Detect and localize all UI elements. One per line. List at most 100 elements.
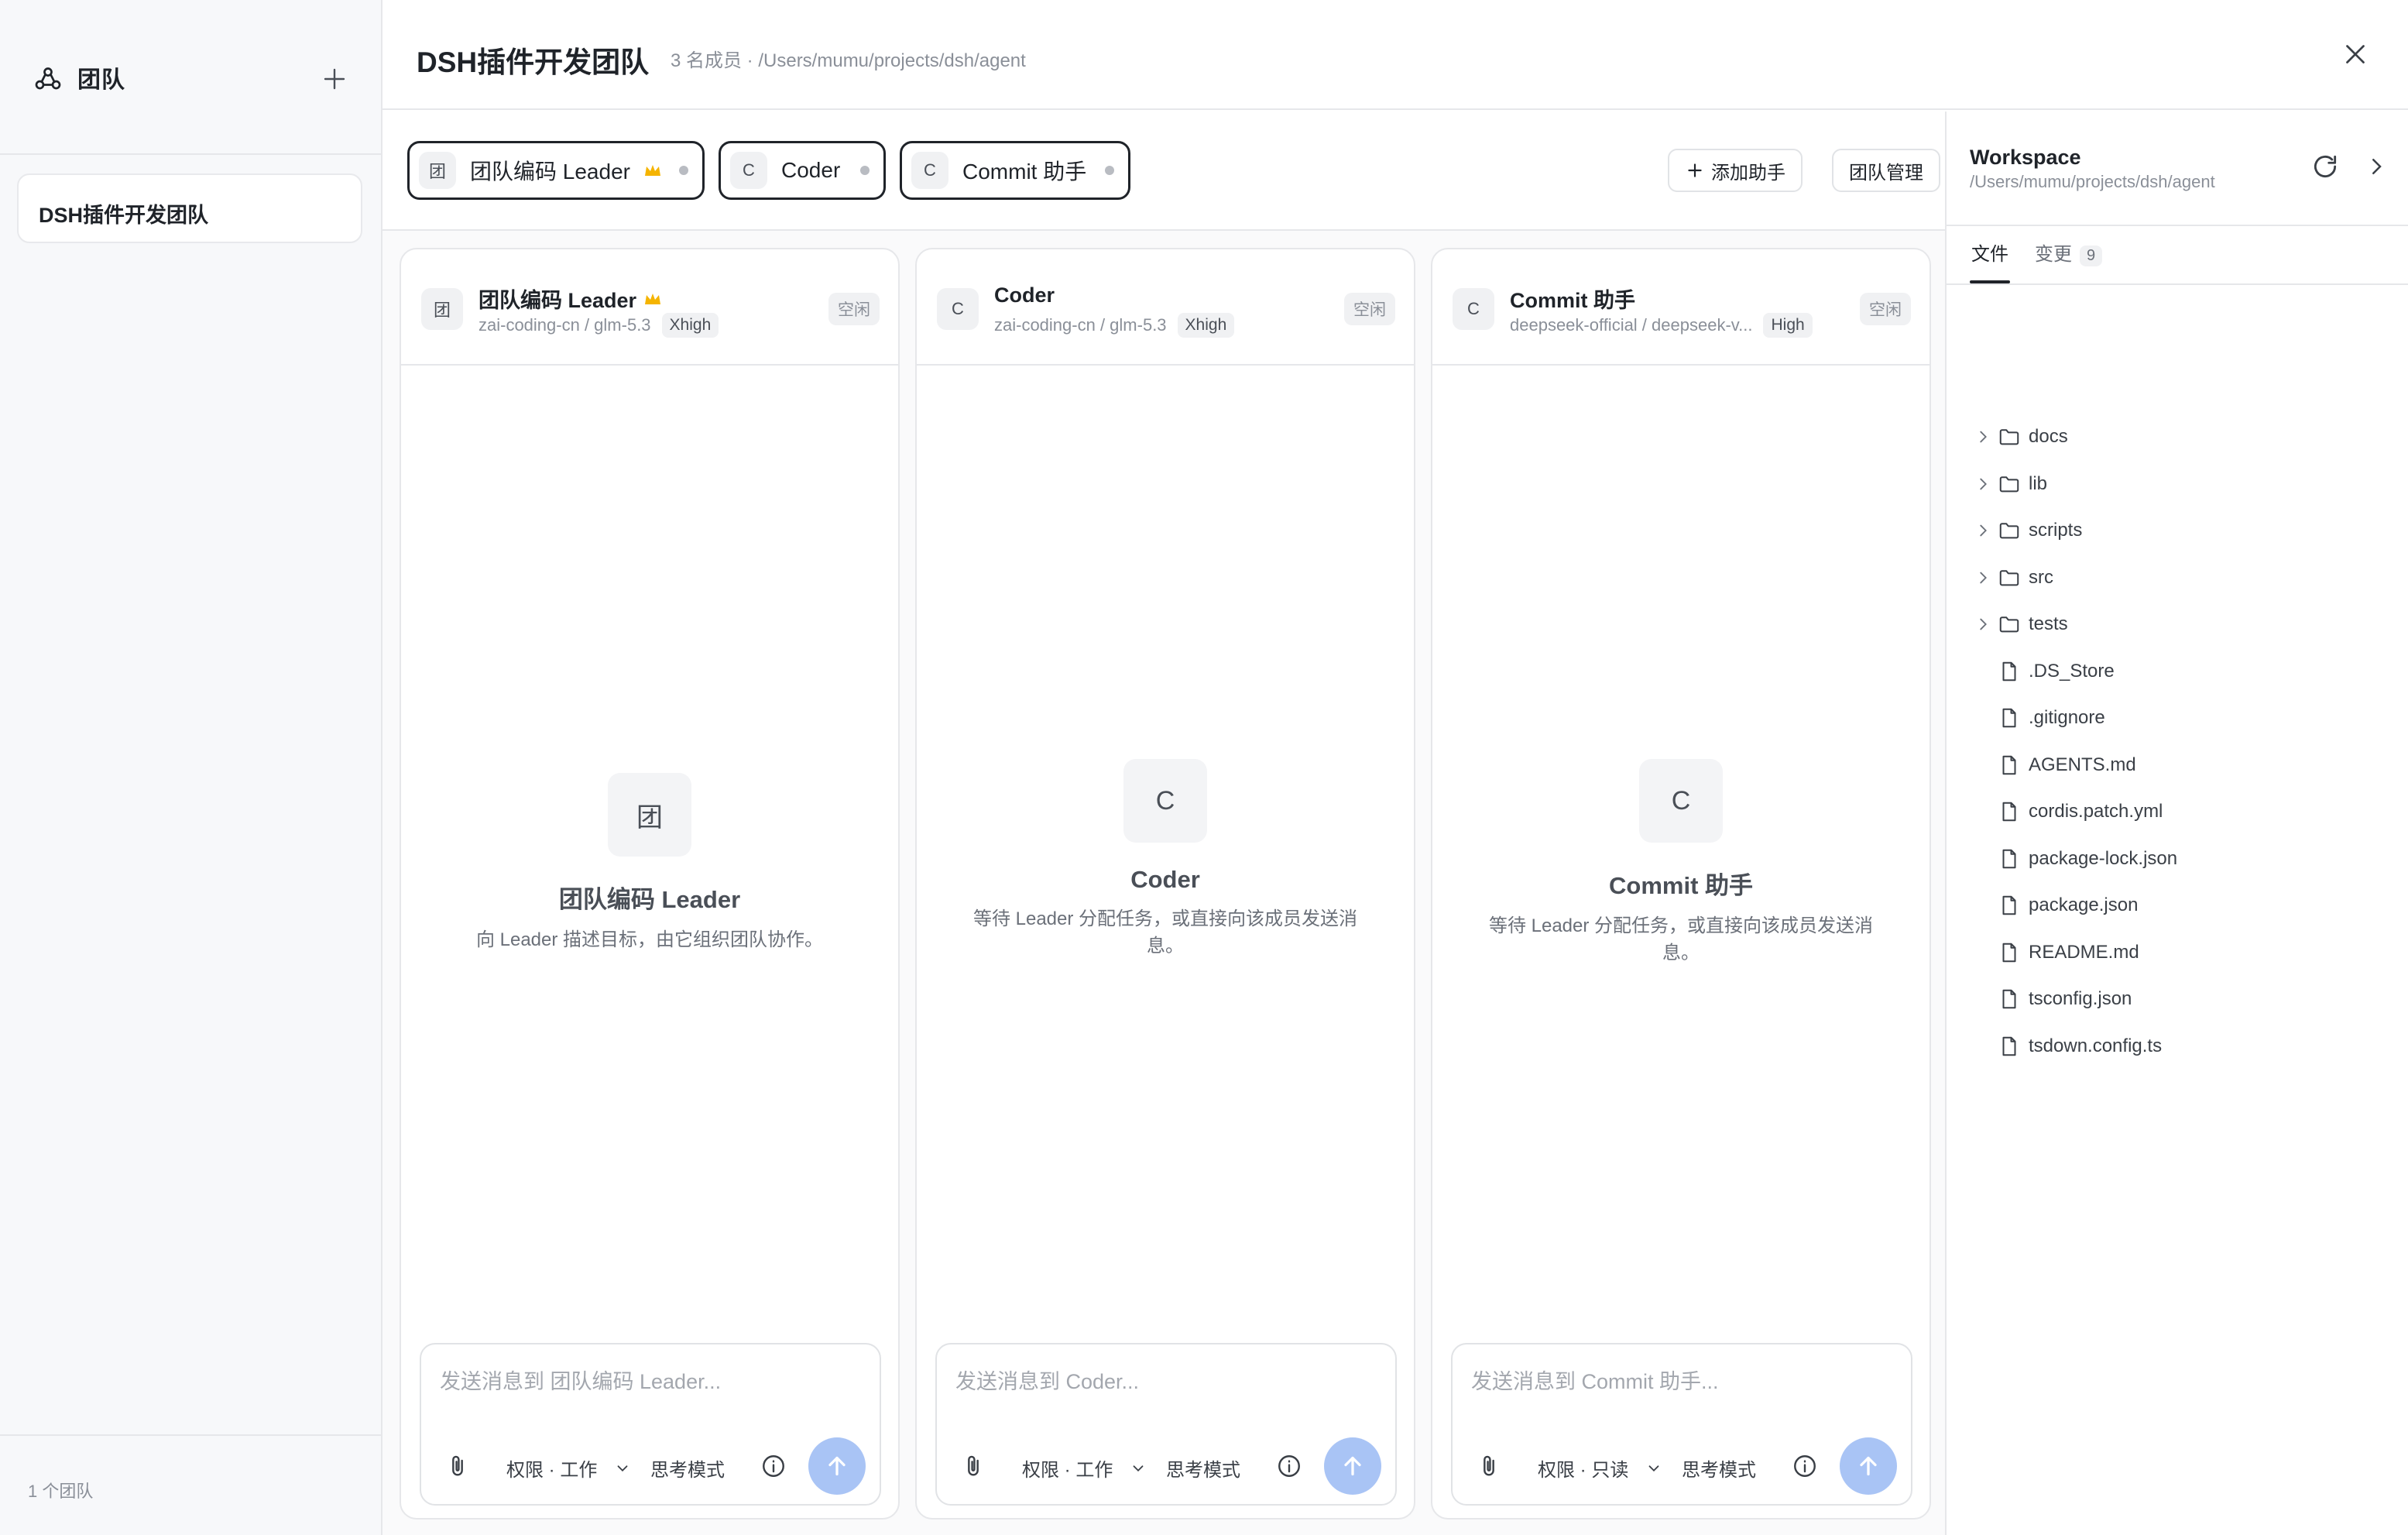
avatar: 团 <box>608 773 691 857</box>
paperclip-icon[interactable] <box>444 1453 471 1479</box>
folder-icon <box>1999 616 2019 633</box>
paperclip-icon[interactable] <box>1476 1453 1502 1479</box>
tree-file[interactable]: package-lock.json <box>1947 836 2408 882</box>
main-area: 团 团队编码 Leader C Coder C Commit 助手 添加助手 团… <box>382 112 1945 1535</box>
file-icon <box>2002 943 2016 962</box>
add-team-icon[interactable] <box>321 65 348 93</box>
status-badge: 空闲 <box>828 293 880 325</box>
member-name: Coder <box>994 283 1055 307</box>
status-dot <box>860 166 870 175</box>
empty-state: C Coder 等待 Leader 分配任务，或直接向该成员发送消息。 <box>917 759 1414 960</box>
member-tab-label: 团队编码 Leader <box>470 160 630 184</box>
empty-state: 团 团队编码 Leader 向 Leader 描述目标，由它组织团队协作。 <box>401 773 898 954</box>
status-dot <box>1105 166 1114 175</box>
tree-item-name: AGENTS.md <box>2029 754 2136 775</box>
info-icon[interactable] <box>760 1453 787 1479</box>
send-button[interactable] <box>1840 1437 1897 1495</box>
tree-folder[interactable]: tests <box>1947 601 2408 647</box>
sidebar-item-team[interactable]: DSH插件开发团队 <box>17 173 362 243</box>
arrow-up-icon <box>1860 1456 1877 1476</box>
info-icon[interactable] <box>1792 1453 1818 1479</box>
empty-title: Commit 助手 <box>1609 872 1753 899</box>
tree-folder[interactable]: src <box>1947 555 2408 601</box>
column-header: C Coder zai-coding-cn / glm-5.3 Xhigh 空闲 <box>917 249 1414 366</box>
think-mode-toggle[interactable]: 思考模式 <box>1682 1454 1756 1482</box>
message-composer: 发送消息到 团队编码 Leader... 权限 · 工作 思考模式 <box>420 1343 881 1506</box>
member-column-coder: C Coder zai-coding-cn / glm-5.3 Xhigh 空闲… <box>915 248 1415 1520</box>
refresh-icon[interactable] <box>2310 152 2340 181</box>
level-badge: Xhigh <box>661 313 719 338</box>
file-icon <box>2002 989 2016 1009</box>
message-input[interactable]: 发送消息到 Coder... <box>955 1365 1139 1395</box>
permission-select[interactable]: 权限 · 只读 <box>1538 1454 1662 1482</box>
tree-item-name: tests <box>2029 613 2068 634</box>
chevron-right-icon <box>1980 572 1987 583</box>
chevron-right-icon <box>1980 524 1987 537</box>
chevron-right-icon[interactable] <box>2365 155 2388 178</box>
permission-select[interactable]: 权限 · 工作 <box>506 1454 631 1482</box>
tree-item-name: docs <box>2029 426 2068 447</box>
paperclip-icon[interactable] <box>960 1453 986 1479</box>
column-header: 团 团队编码 Leader zai-coding-cn / glm-5.3 Xh… <box>401 249 898 366</box>
page-title: DSH插件开发团队 <box>417 46 650 78</box>
member-name: 团队编码 Leader <box>479 283 661 314</box>
tab-files[interactable]: 文件 <box>1971 239 2008 266</box>
team-manage-button[interactable]: 团队管理 <box>1832 149 1940 192</box>
add-assistant-button[interactable]: 添加助手 <box>1668 149 1803 192</box>
tree-file[interactable]: .DS_Store <box>1947 648 2408 695</box>
tree-file[interactable]: cordis.patch.yml <box>1947 788 2408 835</box>
avatar: C <box>937 288 979 330</box>
member-tab-label: Commit 助手 <box>962 160 1087 184</box>
tab-changes[interactable]: 变更 9 <box>2035 239 2103 266</box>
file-icon <box>2002 755 2016 774</box>
think-mode-toggle[interactable]: 思考模式 <box>650 1454 725 1482</box>
tree-item-name: scripts <box>2029 520 2083 541</box>
tree-file[interactable]: README.md <box>1947 929 2408 976</box>
message-input[interactable]: 发送消息到 Commit 助手... <box>1471 1365 1719 1395</box>
workspace-title: Workspace <box>1970 146 2081 169</box>
tree-item-name: tsdown.config.ts <box>2029 1035 2163 1056</box>
member-tab-leader[interactable]: 团 团队编码 Leader <box>407 141 705 200</box>
tree-folder[interactable]: scripts <box>1947 507 2408 554</box>
avatar: 团 <box>421 288 463 330</box>
member-column-commit: C Commit 助手 deepseek-official / deepseek… <box>1431 248 1931 1520</box>
crown-icon <box>645 293 661 304</box>
tree-item-name: package.json <box>2029 895 2139 915</box>
member-tab-coder[interactable]: C Coder <box>719 141 886 200</box>
empty-title: 团队编码 Leader <box>558 886 741 913</box>
tree-item-name: .gitignore <box>2029 707 2105 728</box>
tree-folder[interactable]: lib <box>1947 461 2408 507</box>
tree-file[interactable]: tsdown.config.ts <box>1947 1023 2408 1070</box>
tree-file[interactable]: .gitignore <box>1947 695 2408 741</box>
team-manage-label: 团队管理 <box>1849 162 1923 184</box>
permission-select[interactable]: 权限 · 工作 <box>1022 1454 1147 1482</box>
tree-file[interactable]: AGENTS.md <box>1947 742 2408 788</box>
file-icon <box>2002 1036 2016 1056</box>
empty-title: Coder <box>1130 866 1200 893</box>
folder-icon <box>1999 569 2019 585</box>
empty-description: 向 Leader 描述目标，由它组织团队协作。 <box>475 929 824 950</box>
member-column-leader: 团 团队编码 Leader zai-coding-cn / glm-5.3 Xh… <box>400 248 900 1520</box>
tree-file[interactable]: package.json <box>1947 882 2408 929</box>
page-header: DSH插件开发团队 3 名成员 · /Users/mumu/projects/d… <box>382 0 2408 110</box>
model-info: deepseek-official / deepseek-v... High <box>1510 313 1813 338</box>
folder-icon <box>1999 523 2019 539</box>
think-mode-toggle[interactable]: 思考模式 <box>1166 1454 1240 1482</box>
arrow-up-icon <box>1344 1456 1361 1476</box>
message-input[interactable]: 发送消息到 团队编码 Leader... <box>440 1365 721 1395</box>
level-badge: High <box>1763 313 1813 338</box>
sidebar-header: 团队 <box>0 0 381 155</box>
info-icon[interactable] <box>1276 1453 1302 1479</box>
avatar: C <box>1639 759 1723 843</box>
close-icon[interactable] <box>2341 40 2369 68</box>
member-tab-commit[interactable]: C Commit 助手 <box>900 141 1130 200</box>
member-tab-label: Coder <box>781 158 841 182</box>
chevron-right-icon <box>1980 431 1987 443</box>
tree-folder[interactable]: docs <box>1947 414 2408 460</box>
column-header: C Commit 助手 deepseek-official / deepseek… <box>1432 249 1929 366</box>
send-button[interactable] <box>808 1437 866 1495</box>
status-badge: 空闲 <box>1344 293 1395 325</box>
model-info: zai-coding-cn / glm-5.3 Xhigh <box>479 313 719 338</box>
send-button[interactable] <box>1324 1437 1381 1495</box>
tree-file[interactable]: tsconfig.json <box>1947 976 2408 1022</box>
